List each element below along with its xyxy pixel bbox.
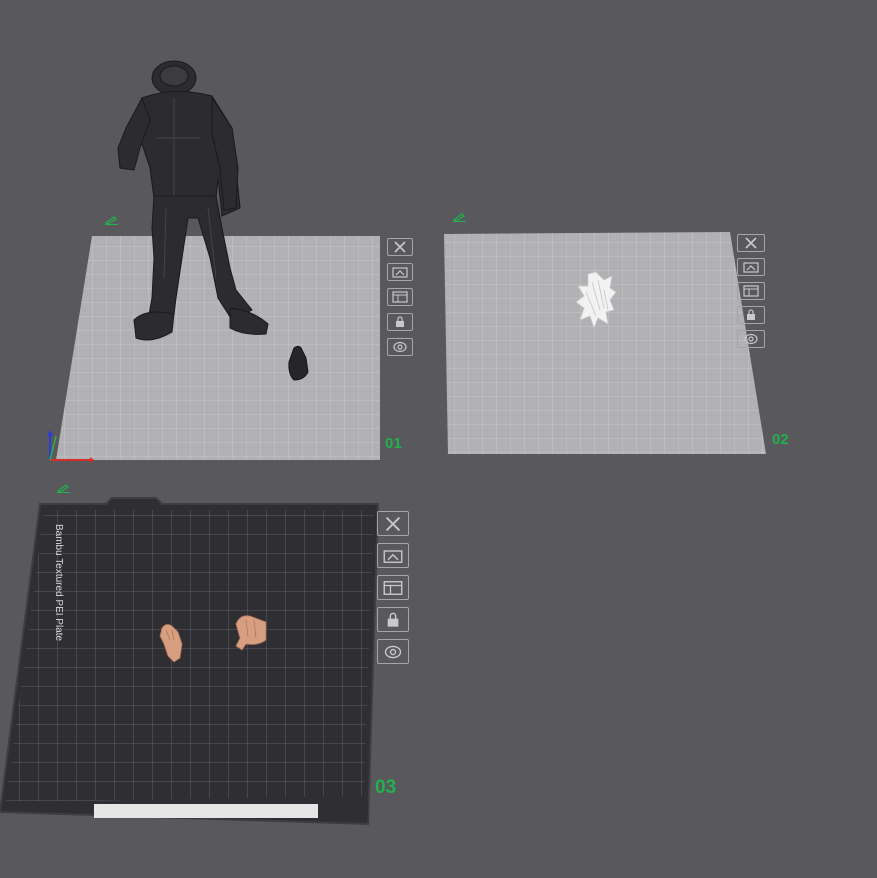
settings-button[interactable]: [737, 330, 765, 348]
standing-figure-model[interactable]: [112, 58, 272, 344]
layout-button[interactable]: [377, 575, 409, 600]
layout-icon: [743, 285, 759, 297]
plate-02[interactable]: [440, 228, 772, 458]
settings-button[interactable]: [377, 639, 409, 664]
right-hand-model[interactable]: [232, 612, 270, 652]
white-hair-model[interactable]: [574, 270, 618, 330]
axis-gizmo: [47, 430, 94, 463]
close-button[interactable]: [387, 238, 413, 256]
lock-button[interactable]: [387, 313, 413, 331]
settings-button[interactable]: [387, 338, 413, 356]
arrange-icon: [383, 549, 403, 563]
small-dark-part-model[interactable]: [286, 344, 310, 382]
arrange-icon: [743, 262, 759, 273]
close-icon: [394, 241, 406, 253]
close-button[interactable]: [377, 511, 409, 536]
plate-number: 02: [772, 431, 789, 448]
plate-03-toolbar: [377, 511, 409, 664]
close-icon: [385, 516, 401, 531]
arrange-button[interactable]: [737, 258, 765, 276]
layout-icon: [383, 580, 403, 595]
arrange-icon: [392, 267, 408, 278]
plate-01-toolbar: [387, 238, 413, 356]
lock-button[interactable]: [737, 306, 765, 324]
left-hand-model[interactable]: [156, 622, 186, 664]
settings-icon: [744, 333, 758, 345]
edit-icon[interactable]: [452, 212, 468, 222]
edit-icon[interactable]: [56, 483, 72, 493]
layout-button[interactable]: [737, 282, 765, 300]
arrange-button[interactable]: [377, 543, 409, 568]
lock-button[interactable]: [377, 607, 409, 632]
lock-icon: [396, 316, 404, 327]
plate-number: 01: [385, 435, 402, 452]
layout-icon: [392, 291, 408, 303]
settings-icon: [393, 341, 407, 353]
lock-icon: [387, 612, 399, 627]
close-button[interactable]: [737, 234, 765, 252]
plate-02-toolbar: [737, 234, 765, 348]
lock-icon: [747, 309, 755, 320]
arrange-button[interactable]: [387, 263, 413, 281]
plate-number: 03: [375, 777, 397, 798]
layout-button[interactable]: [387, 288, 413, 306]
settings-icon: [384, 645, 402, 658]
close-icon: [745, 237, 757, 249]
plate-type-label: Bambu Textured PEI Plate: [53, 524, 64, 642]
